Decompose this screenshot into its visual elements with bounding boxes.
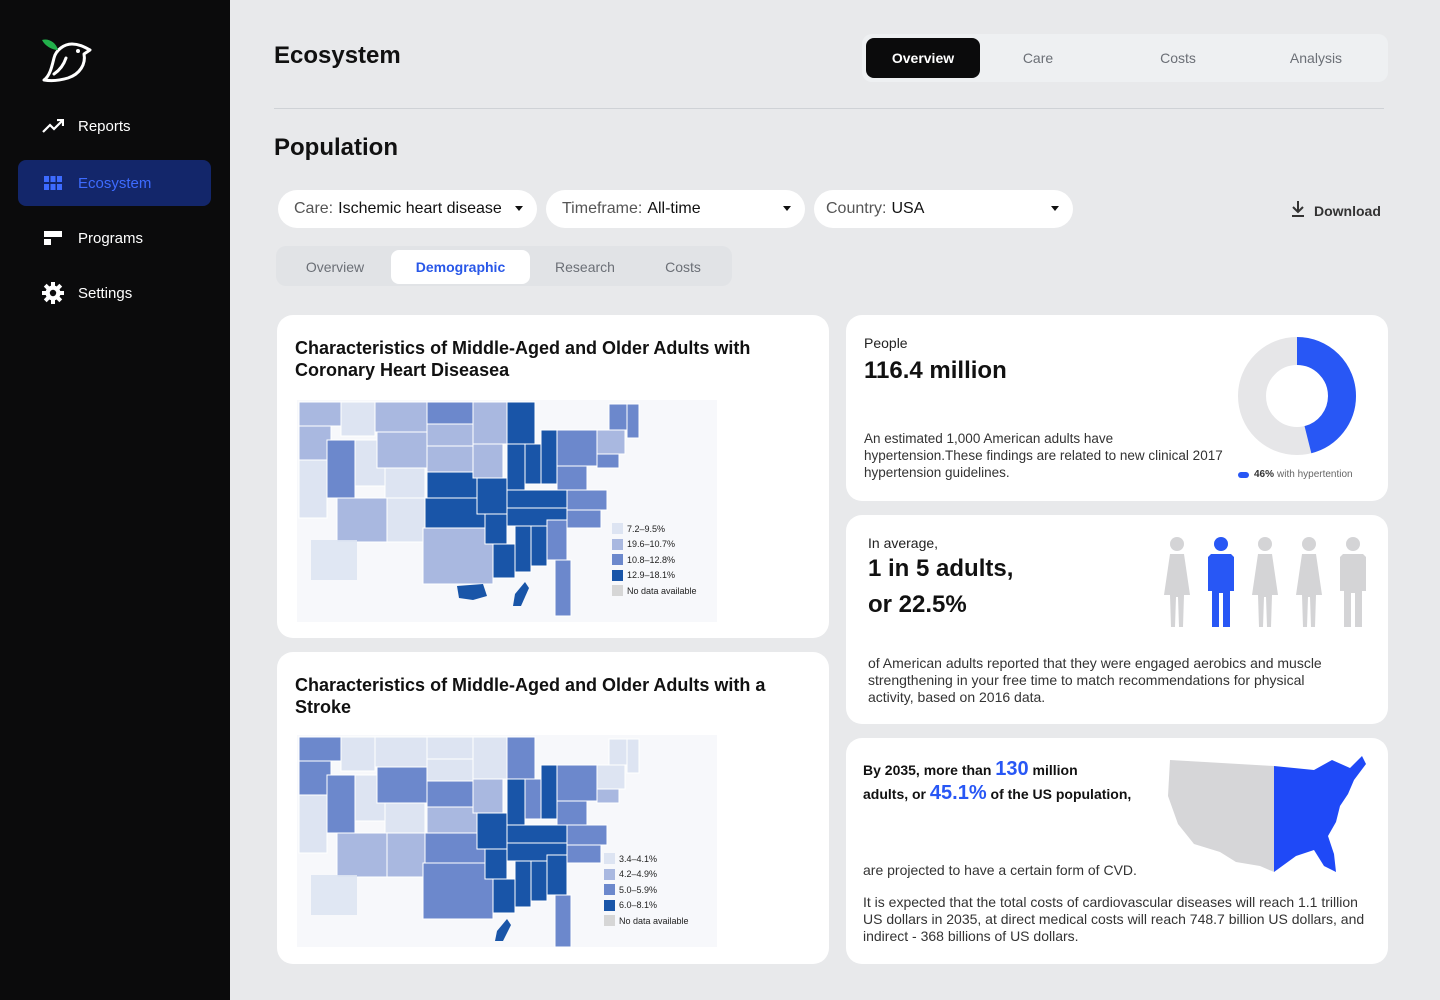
sub-tab-bar: Overview Demographic Research Costs: [276, 246, 732, 286]
donut-legend: 46% with hypertention: [1238, 469, 1353, 480]
caret-down-icon: [783, 206, 791, 211]
card-title: Characteristics of Middle-Aged and Older…: [295, 675, 766, 717]
card-title: Characteristics of Middle-Aged and Older…: [295, 338, 751, 380]
caret-down-icon: [1051, 206, 1059, 211]
filter-value: USA: [891, 200, 925, 217]
person-figure-icon: [1208, 537, 1234, 627]
person-figure-icon: [1296, 537, 1322, 627]
filter-key: Timeframe:: [562, 200, 643, 217]
download-button[interactable]: Download: [1290, 200, 1381, 221]
tab-care[interactable]: Care: [982, 38, 1094, 78]
legend-item: 3.4–4.1%: [604, 851, 689, 867]
gear-icon: [42, 282, 64, 304]
trend-up-icon: [42, 115, 64, 137]
average-label: In average,: [868, 535, 939, 551]
grid-icon: [42, 172, 64, 194]
timeframe-filter-dropdown[interactable]: Timeframe: All-time: [546, 190, 805, 228]
care-filter-dropdown[interactable]: Care: Ischemic heart disease: [278, 190, 537, 228]
layout-icon: [42, 227, 64, 249]
us-map-east: [1274, 756, 1366, 872]
donut-legend-value: 46%: [1254, 469, 1275, 480]
filter-value: All-time: [647, 200, 701, 217]
page-title: Ecosystem: [274, 42, 401, 69]
person-figure-icon: [1340, 537, 1366, 627]
chd-map-legend: 7.2–9.5% 19.6–10.7% 10.8–12.8% 12.9–18.1…: [612, 521, 697, 599]
legend-item: 5.0–5.9%: [604, 882, 689, 898]
sidebar-item-reports[interactable]: Reports: [18, 103, 211, 149]
stroke-map-card: Characteristics of Middle-Aged and Older…: [277, 652, 829, 964]
hypertension-donut-chart: [1238, 337, 1356, 455]
legend-item: 4.2–4.9%: [604, 867, 689, 883]
stroke-map-legend: 3.4–4.1% 4.2–4.9% 5.0–5.9% 6.0–8.1% No d…: [604, 851, 689, 929]
people-label: People: [864, 335, 908, 351]
projection-line-2: adults, or 45.1% of the US population,: [863, 782, 1132, 804]
header-divider: [274, 108, 1384, 109]
sidebar-item-ecosystem[interactable]: Ecosystem: [18, 160, 211, 206]
projection-line-1: By 2035, more than 130 million: [863, 758, 1078, 780]
sidebar-item-label: Ecosystem: [78, 174, 152, 192]
us-population-map: [1168, 756, 1366, 872]
legend-item: 7.2–9.5%: [612, 521, 697, 537]
legend-item: No data available: [612, 583, 697, 599]
sidebar-item-label: Programs: [78, 229, 144, 247]
projection-highlight-percent: 45.1%: [929, 782, 987, 804]
download-label: Download: [1314, 202, 1381, 219]
legend-swatch: [1238, 471, 1249, 478]
people-value: 116.4 million: [864, 357, 1007, 384]
projection-card: By 2035, more than 130 million adults, o…: [846, 738, 1388, 964]
subtab-costs[interactable]: Costs: [634, 250, 732, 284]
filter-key: Country:: [826, 200, 887, 217]
bird-logo-icon[interactable]: [40, 36, 96, 84]
legend-item: 10.8–12.8%: [612, 552, 697, 568]
filter-value: Ischemic heart disease: [338, 200, 502, 217]
projection-subtext: are projected to have a certain form of …: [863, 862, 1137, 878]
filter-key: Care:: [294, 200, 334, 217]
people-figures: [1164, 537, 1366, 627]
us-map-west: [1168, 760, 1274, 872]
tab-costs[interactable]: Costs: [1122, 38, 1234, 78]
sidebar-item-label: Settings: [78, 284, 133, 302]
people-card: People 116.4 million An estimated 1,000 …: [846, 315, 1388, 501]
donut-legend-text: with hypertention: [1277, 469, 1353, 480]
subtab-research[interactable]: Research: [530, 250, 640, 284]
download-icon: [1290, 200, 1306, 221]
average-card: In average, 1 in 5 adults, or 22.5% of A…: [846, 515, 1388, 724]
projection-description: It is expected that the total costs of c…: [863, 894, 1365, 944]
person-figure-icon: [1252, 537, 1278, 627]
sidebar: Reports Ecosystem Programs Settings: [0, 0, 230, 1000]
average-description: of American adults reported that they we…: [868, 655, 1322, 705]
sidebar-item-settings[interactable]: Settings: [18, 270, 211, 316]
legend-item: 12.9–18.1%: [612, 568, 697, 584]
legend-item: 19.6–10.7%: [612, 537, 697, 553]
country-filter-dropdown[interactable]: Country: USA: [814, 190, 1073, 228]
top-tab-bar: Overview Care Costs Analysis: [862, 34, 1388, 82]
caret-down-icon: [515, 206, 523, 211]
people-description: An estimated 1,000 American adults have …: [864, 431, 1223, 480]
subtab-demographic[interactable]: Demographic: [391, 250, 530, 284]
sidebar-item-label: Reports: [78, 117, 131, 135]
tab-analysis[interactable]: Analysis: [1260, 38, 1372, 78]
legend-item: 6.0–8.1%: [604, 898, 689, 914]
chd-map-card: Characteristics of Middle-Aged and Older…: [277, 315, 829, 638]
average-line-1: 1 in 5 adults,: [868, 555, 1014, 582]
projection-highlight-number: 130: [995, 758, 1029, 780]
section-title: Population: [274, 134, 398, 161]
tab-overview[interactable]: Overview: [866, 38, 980, 78]
average-line-2: or 22.5%: [868, 591, 967, 618]
person-figure-icon: [1164, 537, 1190, 627]
subtab-overview[interactable]: Overview: [280, 250, 390, 284]
sidebar-item-programs[interactable]: Programs: [18, 215, 211, 261]
legend-item: No data available: [604, 913, 689, 929]
